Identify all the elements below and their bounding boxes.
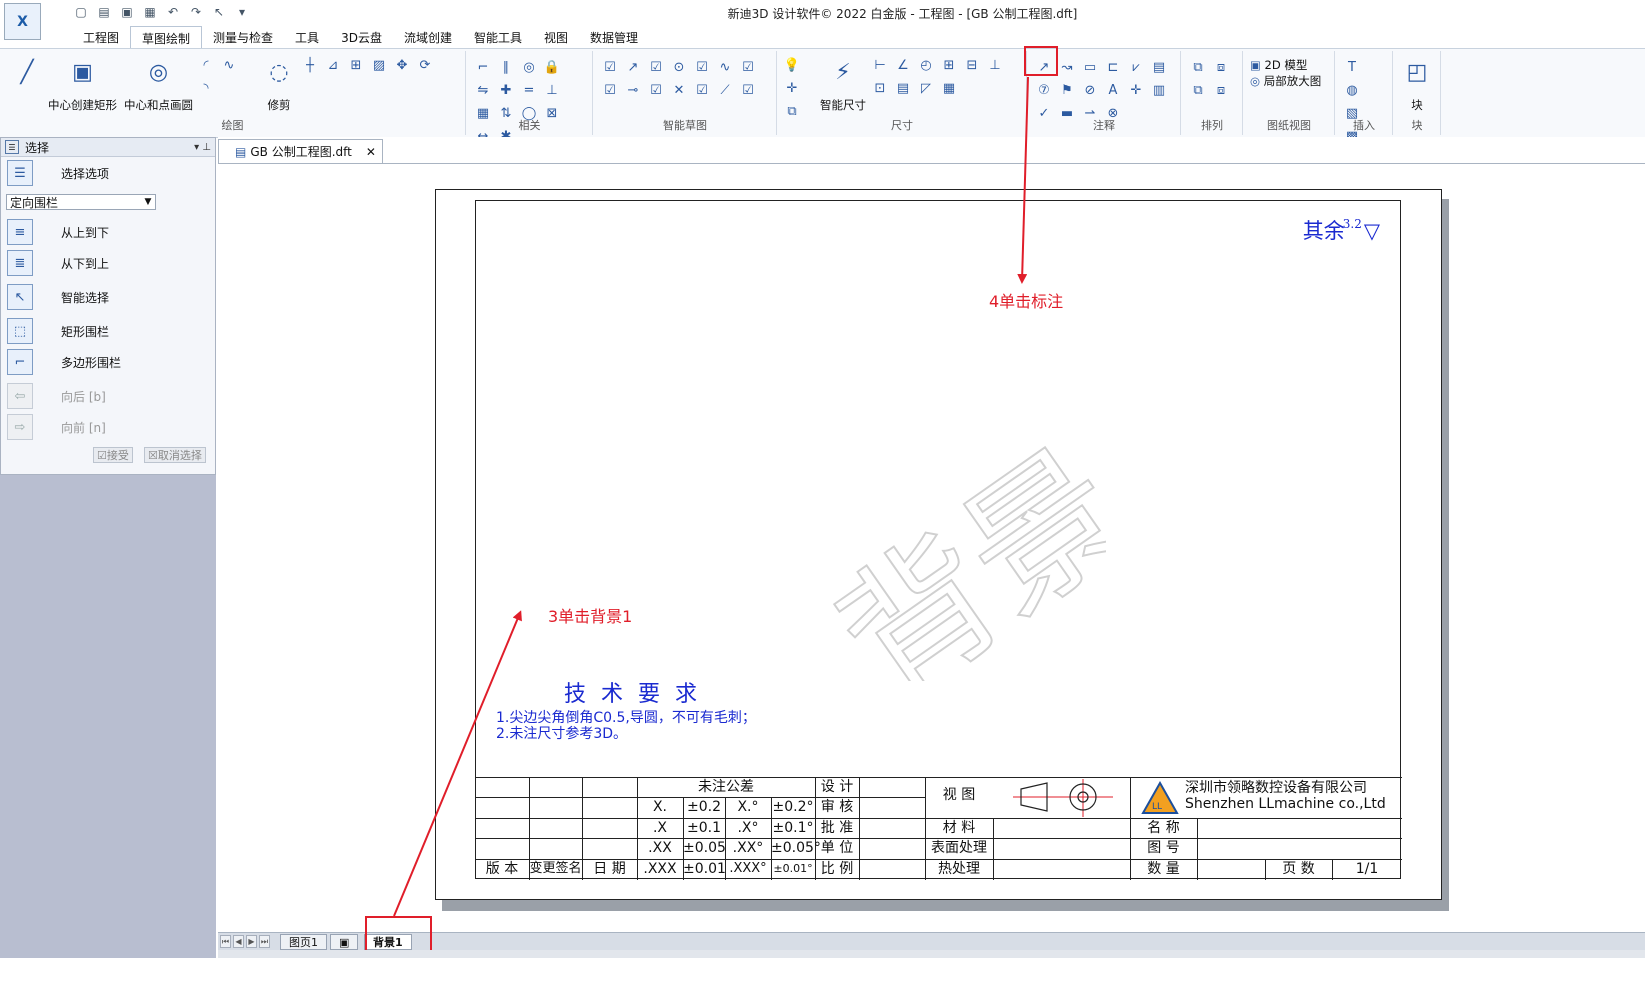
highlight-background-tab bbox=[365, 916, 432, 954]
last-sheet-icon[interactable]: ⏭ bbox=[259, 935, 270, 948]
sheet-tabs-bar: ⏮ ◀ ▶ ⏭ 图页1 ▣ 背景1 bbox=[218, 932, 1645, 951]
sheet-tab-image[interactable]: ▣ bbox=[330, 934, 358, 950]
status-bar bbox=[218, 950, 1645, 958]
arrow-step-3 bbox=[393, 610, 522, 917]
annotation-arrows bbox=[393, 76, 1029, 917]
next-sheet-icon[interactable]: ▶ bbox=[246, 935, 257, 948]
bottom-area bbox=[0, 958, 1645, 1004]
sheet-tab-1[interactable]: 图页1 bbox=[280, 934, 327, 950]
sheet-image-icon: ▣ bbox=[339, 935, 350, 949]
app-logo[interactable]: X bbox=[4, 3, 41, 40]
arrow-step-4 bbox=[1017, 76, 1029, 284]
prev-sheet-icon[interactable]: ◀ bbox=[233, 935, 244, 948]
first-sheet-icon[interactable]: ⏮ bbox=[220, 935, 231, 948]
